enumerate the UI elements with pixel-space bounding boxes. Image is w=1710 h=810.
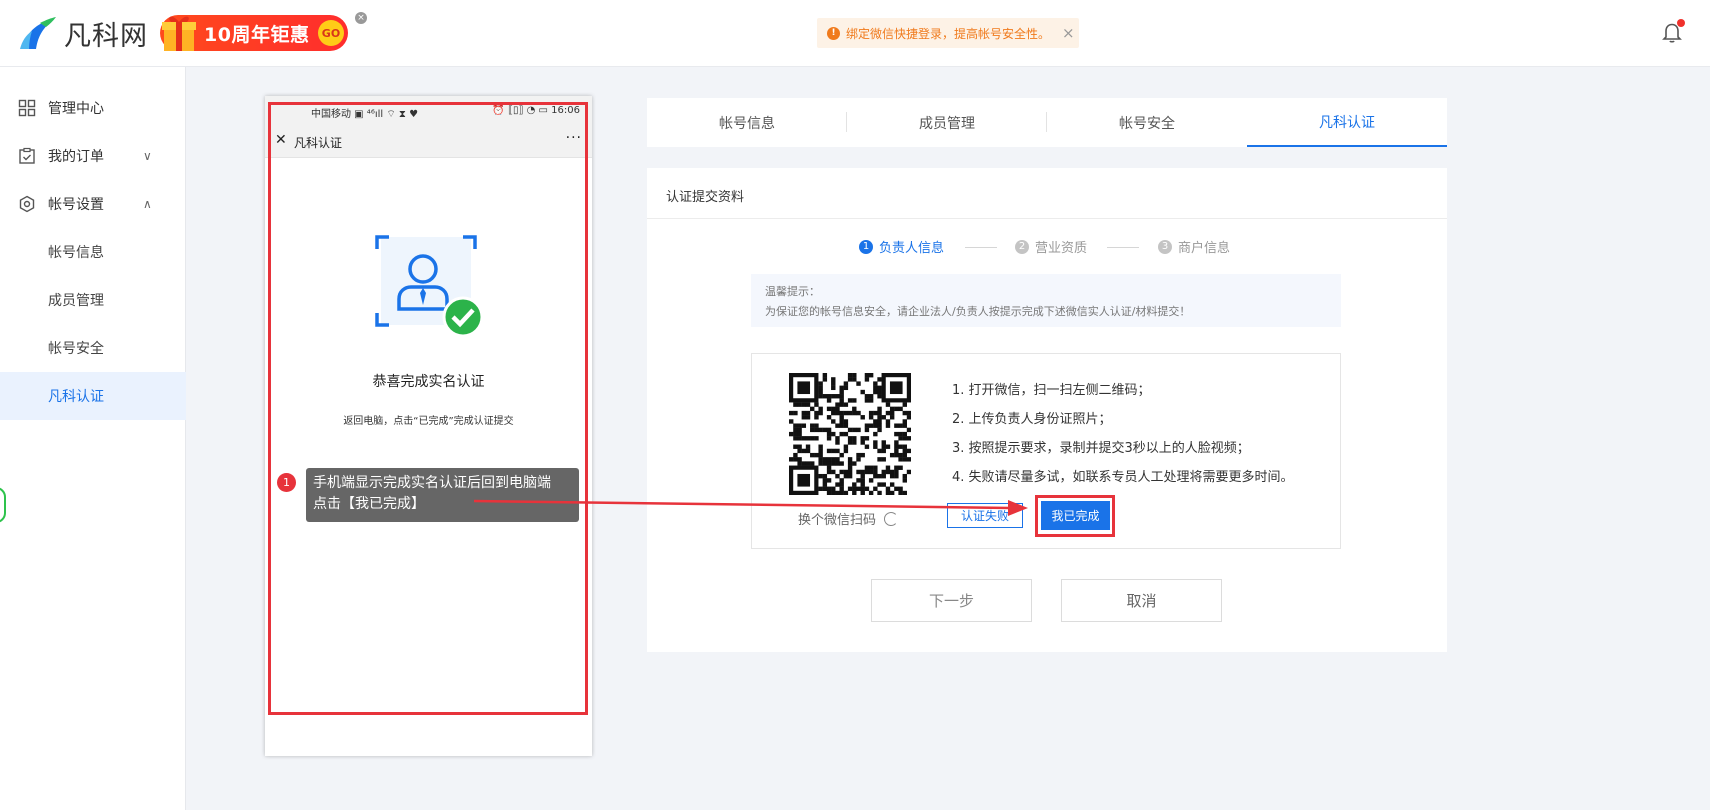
switch-wechat-link[interactable]: 换个微信扫码 [798, 509, 899, 528]
step-label: 负责人信息 [879, 241, 945, 256]
gift-icon [162, 16, 196, 51]
step-number: 2 [1015, 239, 1029, 254]
tooltip-line: 手机端显示完成实名认证后回到电脑端 [313, 475, 551, 491]
tab-label: 凡科认证 [1319, 114, 1375, 131]
sidebar-item-account-security[interactable]: 帐号安全 [0, 324, 186, 372]
account-tabs: 帐号信息 成员管理 帐号安全 凡科认证 [647, 98, 1447, 147]
logo-icon [20, 16, 56, 49]
completed-button[interactable]: 我已完成 [1041, 501, 1110, 530]
sidebar-item-label: 帐号安全 [48, 341, 104, 357]
promo-close-icon[interactable]: × [355, 12, 367, 24]
tab-label: 成员管理 [919, 115, 975, 132]
step-connector [1107, 247, 1139, 248]
sidebar-item-account-settings[interactable]: 帐号设置 ∧ [0, 180, 186, 228]
sidebar-item-my-orders[interactable]: 我的订单 ∨ [0, 132, 186, 180]
step-business-qualification: 2 营业资质 [1015, 237, 1087, 256]
annotation-tooltip: 手机端显示完成实名认证后回到电脑端 点击【我已完成】 [306, 468, 579, 522]
progress-steps: 1 负责人信息 2 营业资质 3 商户信息 [647, 237, 1447, 257]
instruction-item: 3. 按照提示要求，录制并提交3秒以上的人脸视频； [952, 441, 1250, 456]
step-number: 1 [859, 239, 873, 254]
promo-go-badge: GO [318, 20, 344, 46]
instruction-item: 1. 打开微信，扫一扫左侧二维码； [952, 383, 1151, 398]
floating-service-handle[interactable] [0, 487, 6, 523]
tab-label: 帐号安全 [1119, 115, 1175, 132]
settings-icon [19, 195, 35, 213]
sidebar-item-member-management[interactable]: 成员管理 [0, 276, 186, 324]
sidebar-item-label: 成员管理 [48, 293, 104, 309]
sidebar-item-label: 帐号设置 [48, 197, 104, 213]
tip-title: 温馨提示： [765, 285, 820, 298]
chevron-down-icon: ∨ [143, 149, 152, 163]
logo-text: 凡科网 [64, 21, 148, 52]
phone-screenshot: 中国移动 ▣ ⁴⁶ıll ⌔ ⧗ ♥ ⏰ ⟦▯⟧ ◔ ▭ 16:06 ✕ 凡科认… [265, 96, 592, 756]
tip-text: 为保证您的帐号信息安全，请企业法人/负责人按提示完成下述微信实人认证/材料提交！ [765, 305, 1191, 318]
tab-fanke-verification[interactable]: 凡科认证 [1247, 98, 1447, 147]
sidebar-item-label: 凡科认证 [48, 389, 104, 405]
tab-account-security[interactable]: 帐号安全 [1047, 98, 1247, 147]
wechat-qr-code [789, 373, 911, 495]
highlight-frame [268, 102, 588, 715]
annotation-step-badge: 1 [277, 473, 296, 492]
sidebar: 管理中心 我的订单 ∨ 帐号设置 ∧ 帐号信息 成员管理 帐号安全 凡科认证 [0, 67, 186, 810]
sidebar-item-label: 管理中心 [48, 101, 104, 117]
cancel-button[interactable]: 取消 [1061, 579, 1222, 622]
switch-wechat-label: 换个微信扫码 [798, 513, 877, 528]
tooltip-line: 点击【我已完成】 [313, 496, 425, 512]
qr-section: 换个微信扫码 1. 打开微信，扫一扫左侧二维码； 2. 上传负责人身份证照片； … [751, 353, 1341, 549]
verification-card: 认证提交资料 1 负责人信息 2 营业资质 3 商户信息 温馨提示： 为保证您的… [647, 168, 1447, 652]
step-number: 3 [1158, 239, 1172, 254]
next-step-button[interactable]: 下一步 [871, 579, 1032, 622]
step-label: 营业资质 [1035, 241, 1088, 256]
warning-icon: ! [827, 26, 840, 40]
notice-text[interactable]: 绑定微信快捷登录，提高帐号安全性。 [846, 25, 1050, 42]
top-header: 凡科网 10周年钜惠 GO × ! 绑定微信快捷登录，提高帐号安全性。 × [0, 0, 1710, 67]
step-principal-info: 1 负责人信息 [859, 237, 944, 256]
refresh-icon [884, 511, 899, 526]
sidebar-item-account-info[interactable]: 帐号信息 [0, 228, 186, 276]
grid-icon [18, 99, 36, 117]
card-title: 认证提交资料 [666, 190, 745, 205]
tab-label: 帐号信息 [719, 115, 775, 132]
sidebar-item-label: 我的订单 [48, 149, 104, 165]
instruction-item: 2. 上传负责人身份证照片； [952, 412, 1112, 427]
instruction-item: 4. 失败请尽量多试，如联系专员人工处理将需要更多时间。 [952, 470, 1294, 485]
tip-box: 温馨提示： 为保证您的帐号信息安全，请企业法人/负责人按提示完成下述微信实人认证… [751, 274, 1341, 327]
sidebar-item-label: 帐号信息 [48, 245, 104, 261]
close-icon[interactable]: × [1062, 24, 1075, 42]
chevron-up-icon: ∧ [143, 197, 152, 211]
promo-banner[interactable]: 10周年钜惠 GO [160, 15, 348, 51]
verification-failed-button[interactable]: 认证失败 [947, 503, 1023, 528]
step-merchant-info: 3 商户信息 [1158, 237, 1230, 256]
sidebar-item-management-center[interactable]: 管理中心 [0, 84, 186, 132]
tab-member-management[interactable]: 成员管理 [847, 98, 1047, 147]
step-connector [965, 247, 997, 248]
order-icon [19, 147, 35, 164]
logo[interactable]: 凡科网 [18, 14, 148, 53]
promo-text: 10周年钜惠 [204, 23, 310, 46]
wechat-bind-notice[interactable]: ! 绑定微信快捷登录，提高帐号安全性。 × [817, 18, 1079, 48]
card-header: 认证提交资料 [647, 168, 1447, 219]
notification-dot [1677, 19, 1685, 27]
sidebar-item-fanke-verification[interactable]: 凡科认证 [0, 372, 186, 420]
step-label: 商户信息 [1178, 241, 1231, 256]
tab-account-info[interactable]: 帐号信息 [647, 98, 847, 147]
